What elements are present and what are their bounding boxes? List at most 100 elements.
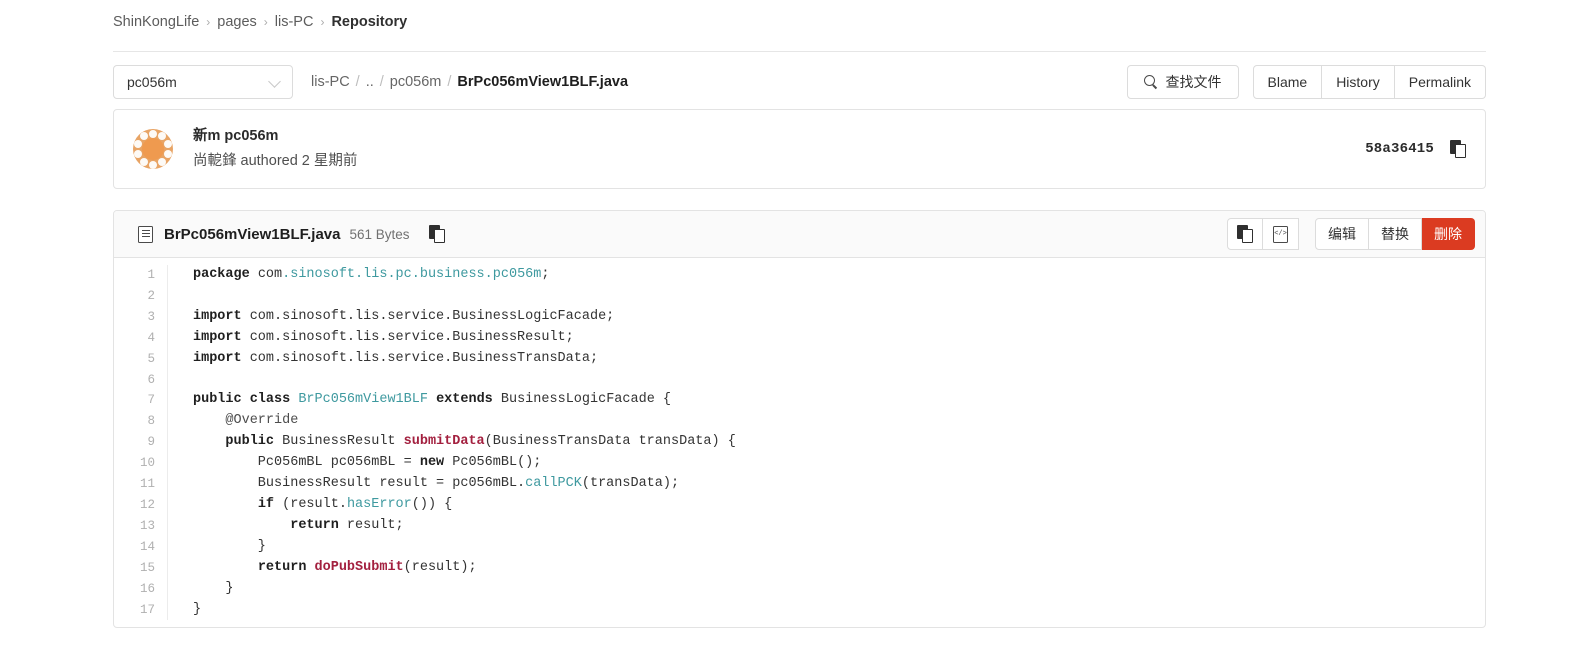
replace-button[interactable]: 替换 xyxy=(1369,218,1422,250)
line-number[interactable]: 4 xyxy=(114,328,155,349)
copy-path-icon[interactable] xyxy=(428,225,446,243)
code-token: doPubSubmit xyxy=(314,559,404,575)
code-token: return xyxy=(290,517,339,533)
copy-contents-button[interactable] xyxy=(1227,218,1263,250)
line-number[interactable]: 16 xyxy=(114,579,155,600)
permalink-button[interactable]: Permalink xyxy=(1394,65,1486,99)
file-name: BrPc056mView1BLF.java xyxy=(164,225,341,243)
line-number[interactable]: 5 xyxy=(114,349,155,370)
avatar-dot xyxy=(149,160,157,169)
file-path-breadcrumb: lis-PC /.. / pc056m / BrPc056mView1BLF.java xyxy=(311,74,628,90)
line-number[interactable]: 9 xyxy=(114,432,155,453)
breadcrumb-item-shinkonglife[interactable]: ShinKongLife xyxy=(113,14,199,30)
line-number[interactable]: 10 xyxy=(114,453,155,474)
line-number[interactable]: 12 xyxy=(114,495,155,516)
blame-button[interactable]: Blame xyxy=(1252,65,1323,99)
code-token: callPCK xyxy=(525,476,582,492)
code-token: if xyxy=(257,496,275,512)
path-segment-pc056m[interactable]: pc056m xyxy=(390,74,442,90)
edit-button[interactable]: 编辑 xyxy=(1315,218,1369,250)
line-number[interactable]: 14 xyxy=(114,537,155,558)
file-header: BrPc056mView1BLF.java 561 Bytes 编辑 xyxy=(114,211,1485,258)
avatar-dot xyxy=(158,157,167,166)
path-segment-file: BrPc056mView1BLF.java xyxy=(457,74,629,90)
delete-button[interactable]: 删除 xyxy=(1422,218,1475,250)
avatar-dot xyxy=(134,149,143,158)
code-token: @Override xyxy=(193,413,299,429)
breadcrumb-separator: › xyxy=(320,15,325,29)
breadcrumb: ShinKongLife › pages › lis-PC › Repository xyxy=(113,14,407,30)
code-token: public xyxy=(225,434,275,450)
open-raw-button[interactable] xyxy=(1263,218,1299,250)
code-token: com xyxy=(249,267,283,282)
file-toolbar: pc056m lis-PC /.. / pc056m / BrPc056mView1BLF… xyxy=(113,64,1486,100)
line-number[interactable]: 11 xyxy=(114,474,155,495)
copy-icon-front xyxy=(1241,229,1253,243)
code-line: public class BrPc056mView1BLF extends Bu… xyxy=(193,390,1485,411)
open-raw-icon xyxy=(1273,225,1288,243)
find-file-button[interactable]: 查找文件 xyxy=(1126,65,1239,99)
line-number[interactable]: 1 xyxy=(114,265,155,286)
code-token: package xyxy=(193,267,250,282)
code-line: if (result.hasError()) { xyxy=(193,495,1485,516)
code-token: (result. xyxy=(274,496,347,512)
path-segment-up[interactable]: .. xyxy=(366,74,374,90)
code-token: com.sinosoft.lis.service.BusinessTransDa… xyxy=(241,350,599,366)
code-token: hasError xyxy=(346,496,412,512)
line-number[interactable]: 6 xyxy=(114,370,155,391)
path-separator: / xyxy=(355,74,360,90)
code-token: extends xyxy=(436,392,493,408)
commit-author-meta: 尚軶鋒 authored 2 星期前 xyxy=(193,152,358,169)
code-line: } xyxy=(193,537,1485,558)
breadcrumb-item-pages[interactable]: pages xyxy=(217,14,257,30)
code-token: import xyxy=(193,308,242,324)
file-size: 561 Bytes xyxy=(349,226,410,242)
header-divider xyxy=(113,51,1486,52)
line-number[interactable]: 7 xyxy=(114,390,155,411)
code-token: ()) { xyxy=(411,496,453,512)
avatar-dot xyxy=(149,129,157,138)
find-file-label: 查找文件 xyxy=(1165,74,1222,90)
commit-sha[interactable]: 58a36415 xyxy=(1365,141,1434,157)
code-token: new xyxy=(419,455,445,471)
avatar-dot xyxy=(139,157,148,166)
line-number[interactable]: 8 xyxy=(114,411,155,432)
path-separator: / xyxy=(379,74,384,90)
branch-selector[interactable]: pc056m xyxy=(113,65,293,99)
line-number[interactable]: 15 xyxy=(114,558,155,579)
code-line: import com.sinosoft.lis.service.Business… xyxy=(193,328,1485,349)
code-line: @Override xyxy=(193,411,1485,432)
breadcrumb-separator: › xyxy=(206,15,211,29)
avatar-dot xyxy=(158,132,167,141)
avatar-identicon[interactable] xyxy=(133,129,173,169)
code-line: BusinessResult result = pc056mBL.callPCK… xyxy=(193,474,1485,495)
avatar-dot xyxy=(163,140,172,149)
code-line: public BusinessResult submitData(Busines… xyxy=(193,432,1485,453)
path-segment-lisPC[interactable]: lis-PC xyxy=(311,74,350,90)
copy-icon[interactable] xyxy=(1450,140,1467,158)
history-button[interactable]: History xyxy=(1322,65,1395,99)
line-number[interactable]: 3 xyxy=(114,307,155,328)
chevron-down-icon xyxy=(269,76,281,88)
toolbar-actions: 查找文件 Blame History Permalink xyxy=(1126,65,1486,99)
code-token: submitData xyxy=(403,434,485,450)
line-number[interactable]: 13 xyxy=(114,516,155,537)
breadcrumb-item-lis-pc[interactable]: lis-PC xyxy=(275,14,314,30)
repository-file-page: ShinKongLife › pages › lis-PC › Repository pc0… xyxy=(0,0,1570,646)
avatar-dot xyxy=(163,149,172,158)
view-mode-button-group: Blame History Permalink xyxy=(1252,65,1486,99)
code-line: import com.sinosoft.lis.service.Business… xyxy=(193,307,1485,328)
code-token: import xyxy=(193,350,242,366)
code-token: } xyxy=(193,538,266,554)
commit-title[interactable]: 新m pc056m xyxy=(193,126,357,147)
line-number[interactable]: 17 xyxy=(114,600,155,621)
commit-text: 新m pc056m 尚軶鋒 authored 2 星期前 xyxy=(193,126,357,171)
line-number[interactable]: 2 xyxy=(114,286,155,307)
code-token: Pc056mBL(); xyxy=(444,455,542,471)
code-line: return result; xyxy=(193,516,1485,537)
code-content[interactable]: package com.sinosoft.lis.pc.business.pc0… xyxy=(168,265,1485,620)
